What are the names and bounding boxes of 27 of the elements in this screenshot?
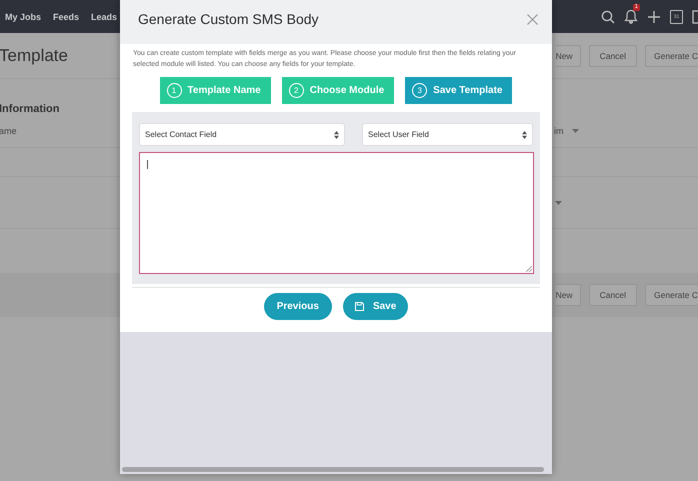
nav-link[interactable]: Feeds bbox=[53, 12, 80, 22]
page-button[interactable]: Cancel bbox=[588, 44, 638, 66]
select-field[interactable]: Select User Field bbox=[362, 123, 533, 146]
page-button[interactable]: New bbox=[556, 284, 581, 306]
caret-icon bbox=[572, 129, 578, 133]
nav-link[interactable]: Leads bbox=[91, 12, 118, 22]
select-field[interactable]: Select Contact Field bbox=[139, 123, 345, 146]
resize-grip-icon bbox=[526, 266, 532, 272]
updown-icon bbox=[522, 130, 527, 138]
message-textarea[interactable] bbox=[139, 152, 534, 274]
dialog-title: Generate Custom SMS Body bbox=[138, 11, 319, 27]
page-button[interactable]: New bbox=[556, 44, 581, 66]
bell-icon[interactable] bbox=[624, 9, 638, 24]
caret-icon bbox=[555, 200, 562, 204]
scrollbar[interactable] bbox=[122, 467, 544, 472]
section-title: Information bbox=[0, 103, 60, 115]
step-tab[interactable]: 3 Save Template bbox=[405, 77, 512, 104]
search-icon[interactable] bbox=[601, 10, 615, 24]
save-button[interactable]: Save bbox=[342, 293, 408, 320]
page-button[interactable]: Generate C bbox=[645, 284, 698, 306]
plus-icon[interactable] bbox=[647, 10, 661, 24]
nav-link[interactable]: My Jobs bbox=[5, 12, 42, 22]
page-button[interactable]: Generate C bbox=[645, 44, 698, 66]
field-label: im bbox=[554, 126, 564, 136]
previous-button[interactable]: Previous bbox=[264, 293, 332, 320]
page-button[interactable]: Cancel bbox=[588, 284, 638, 306]
updown-icon bbox=[334, 130, 339, 138]
